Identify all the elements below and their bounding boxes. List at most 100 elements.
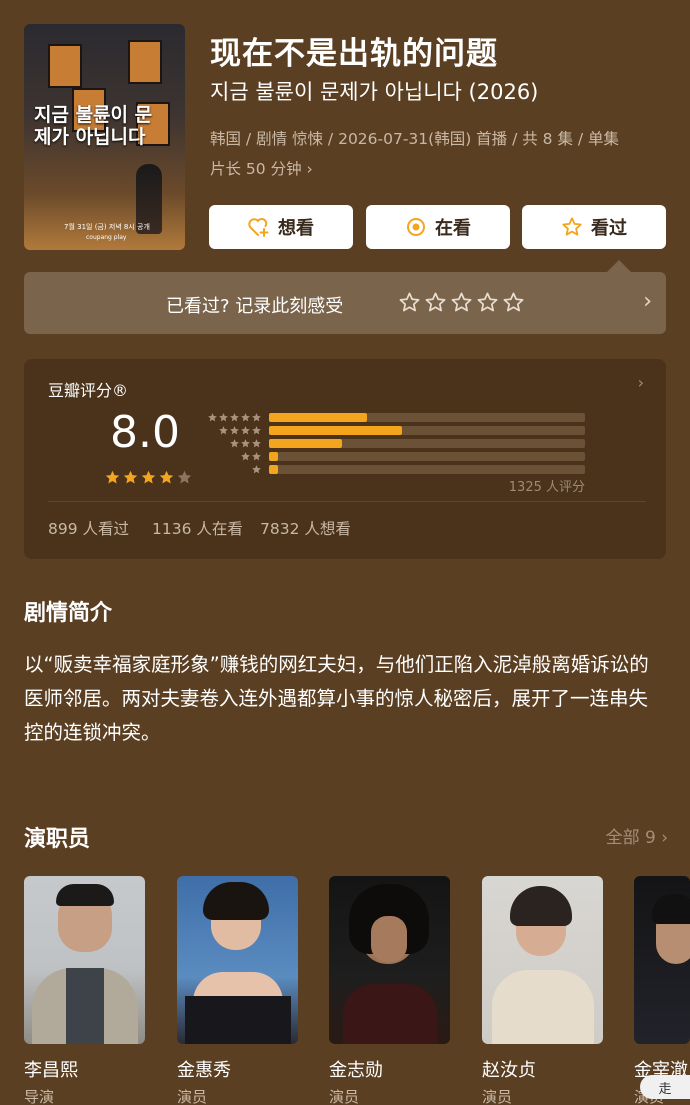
- star-icon: [241, 439, 250, 448]
- rating-score: 8.0: [110, 407, 180, 458]
- star-icon: [230, 426, 239, 435]
- star-filled-icon: [105, 470, 120, 484]
- title-korean: 지금 불륜이 문제가 아닙니다 (2026): [210, 80, 539, 104]
- watched-button[interactable]: 看过: [522, 205, 666, 249]
- cast-card[interactable]: 金宰澈 演员: [634, 876, 690, 1105]
- cast-name: 赵汝贞: [482, 1060, 536, 1081]
- rate-prompt-strip[interactable]: 已看过? 记录此刻感受 ›: [24, 260, 666, 334]
- poster-title: 지금 불륜이 문제가 아닙니다: [34, 104, 153, 148]
- watching-button[interactable]: 在看: [366, 205, 510, 249]
- star-icon: [241, 426, 250, 435]
- watched-count: 899 人看过: [48, 520, 130, 538]
- rate-prompt-text: 已看过? 记录此刻感受: [166, 296, 344, 317]
- distribution-bar: [269, 465, 278, 474]
- poster-date: 7월 31일 (금) 저녁 8시 공개: [64, 223, 150, 231]
- target-icon: [407, 218, 425, 236]
- poster-image[interactable]: 지금 불륜이 문제가 아닙니다 7월 31일 (금) 저녁 8시 공개 coup…: [24, 24, 185, 250]
- chevron-right-icon: ›: [643, 289, 652, 314]
- chevron-right-icon: ›: [637, 373, 644, 392]
- title-chinese: 现在不是出轨的问题: [210, 36, 498, 72]
- star-filled-icon: [141, 470, 156, 484]
- heart-plus-icon: [248, 218, 269, 237]
- distribution-stars: [206, 412, 262, 422]
- rating-card[interactable]: 豆瓣评分® › 8.0 1325 人评分 899 人看过 1136 人在看 78…: [24, 359, 666, 559]
- meta-duration: 片长 50 分钟: [210, 160, 302, 178]
- star-icon: [208, 413, 217, 422]
- star-icon: [252, 439, 261, 448]
- cast-title: 演职员: [24, 827, 91, 852]
- strip-pointer: [607, 260, 631, 272]
- star-outline-icon[interactable]: [398, 291, 421, 314]
- rating-label: 豆瓣评分®: [48, 381, 129, 400]
- cast-photo: [177, 876, 298, 1044]
- star-icon: [219, 413, 228, 422]
- rate-stars[interactable]: [398, 291, 525, 314]
- distribution-bar: [269, 452, 278, 461]
- star-outline-icon: [562, 217, 582, 236]
- cast-photo: [634, 876, 690, 1044]
- star-icon: [252, 426, 261, 435]
- star-icon: [219, 426, 228, 435]
- distribution-bar: [269, 413, 367, 422]
- star-outline-icon[interactable]: [450, 291, 473, 314]
- poster-window: [48, 44, 82, 88]
- distribution-stars: [206, 464, 262, 474]
- divider: [48, 501, 646, 502]
- watched-label: 看过: [591, 218, 627, 239]
- cast-photo: [24, 876, 145, 1044]
- rating-count: 1325 人评分: [508, 480, 585, 495]
- distribution-track: [269, 465, 585, 474]
- distribution-row: [206, 412, 586, 422]
- show-meta[interactable]: 韩国 / 剧情 惊悚 / 2026-07-31(韩国) 首播 / 共 8 集 /…: [210, 124, 670, 184]
- star-icon: [241, 452, 250, 461]
- distribution-row: [206, 451, 586, 461]
- star-icon: [252, 465, 261, 474]
- show-header: 지금 불륜이 문제가 아닙니다 7월 31일 (금) 저녁 8시 공개 coup…: [0, 0, 690, 270]
- distribution-row: [206, 464, 586, 474]
- distribution-stars: [206, 451, 262, 461]
- meta-line-2: 片长 50 分钟 ›: [210, 154, 670, 184]
- cast-card[interactable]: 赵汝贞 演员: [482, 876, 603, 1105]
- star-empty-icon: [177, 470, 192, 484]
- distribution-track: [269, 452, 585, 461]
- star-icon: [252, 413, 261, 422]
- cast-name: 李昌熙: [24, 1060, 78, 1081]
- star-filled-icon: [159, 470, 174, 484]
- want-label: 想看: [278, 218, 314, 239]
- floating-chip[interactable]: 走: [640, 1075, 690, 1099]
- poster-window: [128, 40, 162, 84]
- star-icon: [241, 413, 250, 422]
- star-filled-icon: [123, 470, 138, 484]
- cast-photo: [482, 876, 603, 1044]
- poster-brand: coupang play: [86, 234, 127, 241]
- cast-role: 演员: [177, 1088, 208, 1105]
- cast-photo: [329, 876, 450, 1044]
- cast-role: 演员: [329, 1088, 360, 1105]
- distribution-row: [206, 438, 586, 448]
- meta-line-1: 韩国 / 剧情 惊悚 / 2026-07-31(韩国) 首播 / 共 8 集 /…: [210, 130, 620, 148]
- cast-name: 金志勋: [329, 1060, 383, 1081]
- cast-all-link[interactable]: 全部 9 ›: [606, 823, 668, 848]
- star-outline-icon[interactable]: [502, 291, 525, 314]
- cast-role: 演员: [482, 1088, 513, 1105]
- synopsis-text[interactable]: 以“贩卖幸福家庭形象”赚钱的网红夫妇，与他们正陷入泥淖般离婚诉讼的医师邻居。两对…: [24, 648, 666, 750]
- watching-count: 1136 人在看: [152, 520, 243, 538]
- distribution-row: [206, 425, 586, 435]
- want-button[interactable]: 想看: [209, 205, 353, 249]
- cast-card[interactable]: 李昌熙 导演: [24, 876, 145, 1105]
- distribution-stars: [206, 425, 262, 435]
- cast-role: 导演: [24, 1088, 55, 1105]
- distribution-bar: [269, 426, 402, 435]
- star-outline-icon[interactable]: [476, 291, 499, 314]
- star-icon: [230, 439, 239, 448]
- synopsis-title: 剧情简介: [24, 601, 113, 626]
- cast-card[interactable]: 金志勋 演员: [329, 876, 450, 1105]
- chevron-right-icon: ›: [306, 160, 313, 178]
- distribution-stars: [206, 438, 262, 448]
- cast-name: 金惠秀: [177, 1060, 231, 1081]
- star-outline-icon[interactable]: [424, 291, 447, 314]
- watching-label: 在看: [435, 218, 471, 239]
- star-icon: [252, 452, 261, 461]
- star-icon: [230, 413, 239, 422]
- cast-card[interactable]: 金惠秀 演员: [177, 876, 298, 1105]
